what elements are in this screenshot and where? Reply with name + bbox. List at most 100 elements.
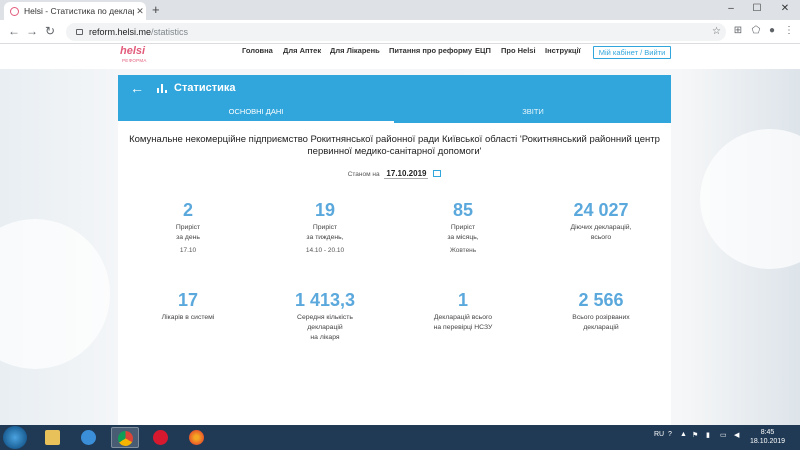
nav-reform-faq[interactable]: Питання про реформу (389, 45, 472, 57)
background-decoration (700, 129, 800, 269)
taskbar-clock[interactable]: 8:45 18.10.2019 (750, 428, 785, 446)
extension-icon[interactable]: ⬠ (750, 25, 762, 37)
calendar-icon[interactable] (433, 169, 442, 177)
url-path: /statistics (151, 27, 189, 37)
browser-tab-title: Helsi - Статистика по декларац… (24, 6, 134, 16)
firefox-icon (189, 430, 204, 445)
helsi-favicon-icon (10, 6, 19, 16)
logo-text: helsi (120, 45, 146, 57)
organization-name-line1: Комунальне некомерційне підприємство Рок… (129, 134, 660, 145)
stat-value: 2 566 (578, 290, 624, 310)
stat-label: Приріст за день (175, 224, 201, 241)
browser-tab[interactable]: Helsi - Статистика по декларац… ✕ (4, 2, 146, 20)
stat-label: Середня кількість декларацій на лікаря (297, 314, 353, 341)
organization-name: Комунальне некомерційне підприємство Рок… (118, 134, 671, 158)
card-tabs: ОСНОВНІ ДАНІ ЗВІТИ (118, 102, 671, 123)
stat-label: Всього розірваних декларацій (572, 314, 630, 331)
network-icon[interactable]: ▮ (706, 431, 710, 439)
lock-icon (76, 29, 83, 35)
stat-monthly-growth: 85 Приріст за місяць, Жовтень (393, 199, 533, 254)
taskbar-firefox[interactable] (183, 427, 211, 448)
nav-digital-signature[interactable]: ЕЦП (475, 45, 491, 57)
as-of-date-row: Станом на 17.10.2019 (118, 169, 671, 179)
language-indicator[interactable]: RU (654, 431, 664, 438)
clock-date: 18.10.2019 (750, 438, 786, 445)
stat-terminated-declarations: 2 566 Всього розірваних декларацій (531, 289, 671, 333)
stat-under-review: 1 Декларацій всього на перевірці НСЗУ (393, 289, 533, 333)
new-tab-button[interactable]: + (152, 2, 160, 17)
close-window-icon[interactable]: ✕ (772, 0, 798, 18)
show-hidden-icons-icon[interactable]: ▲ (680, 431, 687, 438)
nav-about-helsi[interactable]: Про Helsi (501, 45, 536, 57)
profile-icon[interactable]: ● (766, 25, 778, 37)
stat-label: Діючих декларацій, всього (570, 224, 632, 241)
volume-icon[interactable]: ◀ (734, 431, 739, 439)
taskbar-file-explorer[interactable] (39, 427, 67, 448)
stat-value: 19 (314, 200, 336, 220)
opera-icon (153, 430, 168, 445)
stat-doctors-in-system: 17 Лікарів в системі (118, 289, 258, 323)
stat-period: Жовтень (449, 247, 477, 254)
stat-label: Лікарів в системі (161, 314, 215, 321)
stat-value: 24 027 (573, 200, 629, 220)
stat-value: 1 413,3 (294, 290, 356, 310)
stat-value: 85 (452, 200, 474, 220)
organization-name-line2: первинної медико-санітарної допомоги' (307, 146, 482, 157)
helsi-logo[interactable]: helsi РЕФОРМА (118, 45, 152, 67)
date-picker-field[interactable]: 17.10.2019 (384, 169, 429, 179)
clock-time: 8:45 (760, 429, 775, 436)
back-arrow-icon[interactable]: ← (6, 24, 22, 38)
battery-icon[interactable]: ▭ (720, 431, 727, 439)
minimize-icon[interactable]: – (718, 0, 744, 18)
windows-taskbar: RU ? ▲ ⚑ ▮ ▭ ◀ 8:45 18.10.2019 (0, 425, 800, 450)
stat-label: Приріст за тиждень, (306, 224, 344, 241)
stat-active-declarations: 24 027 Діючих декларацій, всього (531, 199, 671, 243)
start-button[interactable] (3, 426, 27, 449)
taskbar-chrome[interactable] (111, 427, 139, 448)
reload-icon[interactable]: ↻ (42, 24, 58, 38)
bookmark-star-icon[interactable]: ☆ (712, 26, 721, 37)
stat-value: 2 (182, 200, 193, 220)
as-of-label: Станом на (347, 171, 380, 178)
stat-label: Приріст за місяць, (447, 224, 479, 241)
stat-value: 1 (457, 290, 468, 310)
forward-arrow-icon[interactable]: → (24, 24, 40, 38)
site-header: helsi РЕФОРМА Головна Для Аптек Для Ліка… (0, 45, 800, 69)
stat-period: 17.10 (179, 247, 197, 254)
translate-icon[interactable]: ⊞ (732, 25, 744, 37)
url-host: reform.helsi.me (89, 27, 152, 37)
page-title: Статистика (174, 82, 236, 94)
chrome-icon (118, 431, 133, 446)
stat-average-per-doctor: 1 413,3 Середня кількість декларацій на … (255, 289, 395, 343)
taskbar-opera[interactable] (147, 427, 175, 448)
logo-subtitle: РЕФОРМА (122, 58, 147, 63)
folder-icon (45, 430, 60, 445)
nav-hospitals[interactable]: Для Лікарень (330, 45, 380, 57)
stat-label: Декларацій всього на перевірці НСЗУ (433, 314, 493, 331)
browser-menu-icon[interactable]: ⋮ (783, 25, 795, 37)
back-arrow-icon[interactable]: ← (130, 80, 144, 96)
maximize-icon[interactable]: ☐ (744, 0, 770, 18)
nav-instructions[interactable]: Інструкції (545, 45, 581, 57)
close-tab-icon[interactable]: ✕ (134, 6, 146, 17)
tab-reports[interactable]: ЗВІТИ (395, 102, 671, 123)
background-decoration (0, 219, 110, 369)
statistics-card: ← Статистика ОСНОВНІ ДАНІ ЗВІТИ Комуналь… (118, 75, 671, 425)
internet-explorer-icon (81, 430, 96, 445)
card-header: ← Статистика (118, 75, 671, 102)
stat-value: 17 (177, 290, 199, 310)
browser-tab-strip: Helsi - Статистика по декларац… ✕ + – ☐ … (0, 0, 800, 20)
bar-chart-icon (157, 84, 167, 93)
stat-period: 14.10 - 20.10 (305, 247, 345, 254)
taskbar-internet-explorer[interactable] (75, 427, 103, 448)
browser-toolbar: ← → ↻ reform.helsi.me/statistics ☆ ⊞ ⬠ ●… (0, 20, 800, 44)
stat-daily-growth: 2 Приріст за день 17.10 (118, 199, 258, 254)
cabinet-logout-button[interactable]: Мій кабінет / Вийти (593, 46, 671, 59)
stat-weekly-growth: 19 Приріст за тиждень, 14.10 - 20.10 (255, 199, 395, 254)
tab-main-data[interactable]: ОСНОВНІ ДАНІ (118, 102, 394, 123)
nav-pharmacies[interactable]: Для Аптек (283, 45, 321, 57)
help-icon[interactable]: ? (668, 431, 672, 438)
nav-home[interactable]: Головна (242, 45, 273, 57)
address-bar[interactable]: reform.helsi.me/statistics (66, 23, 726, 41)
flag-icon[interactable]: ⚑ (692, 431, 698, 439)
